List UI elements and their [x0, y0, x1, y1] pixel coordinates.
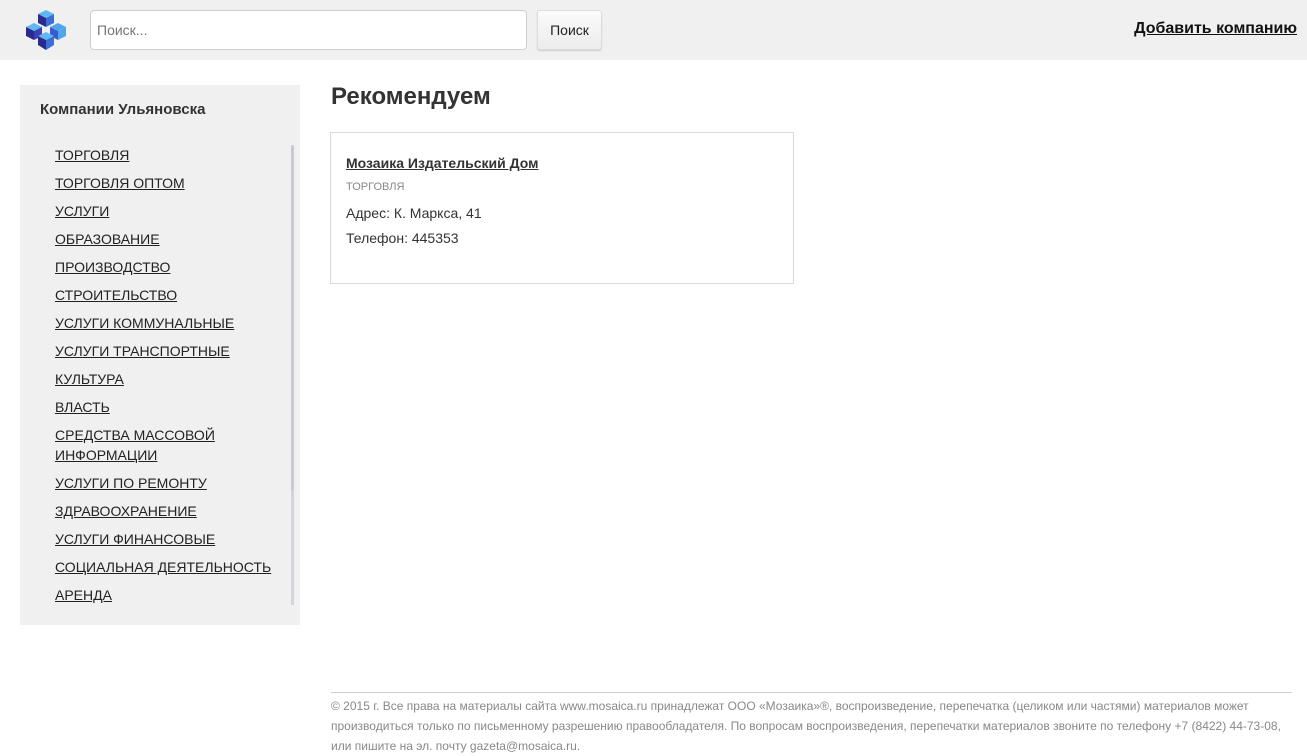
section-heading: Рекомендуем	[331, 83, 491, 110]
category-item: СРЕДСТВА МАССОВОЙ ИНФОРМАЦИИ	[20, 425, 296, 465]
sidebar-scrollbar-thumb[interactable]	[291, 145, 294, 491]
top-header: Поиск Добавить компанию	[0, 0, 1307, 60]
sidebar-title: Компании Ульяновска	[40, 101, 206, 118]
category-item: АРЕНДА	[20, 585, 296, 605]
sidebar-scrollbar-track[interactable]	[291, 491, 294, 605]
category-link[interactable]: УСЛУГИ	[55, 203, 109, 219]
category-item: УСЛУГИ КОММУНАЛЬНЫЕ	[20, 313, 296, 333]
category-item: УСЛУГИ	[20, 201, 296, 221]
mosaica-logo-icon[interactable]	[22, 8, 70, 54]
category-item: ПРОИЗВОДСТВО	[20, 257, 296, 277]
category-link[interactable]: УСЛУГИ ТРАНСПОРТНЫЕ	[55, 343, 230, 359]
category-link[interactable]: СТРОИТЕЛЬСТВО	[55, 287, 177, 303]
search-button[interactable]: Поиск	[537, 10, 602, 50]
search-input[interactable]	[90, 10, 527, 50]
category-link[interactable]: ЗДРАВООХРАНЕНИЕ	[55, 503, 197, 519]
category-link[interactable]: УСЛУГИ КОММУНАЛЬНЫЕ	[55, 315, 234, 331]
category-link[interactable]: ТОРГОВЛЯ	[55, 147, 129, 163]
category-link[interactable]: УСЛУГИ ПО РЕМОНТУ	[55, 475, 207, 491]
company-address: Адрес: К. Маркса, 41	[346, 205, 482, 221]
category-item: ОБРАЗОВАНИЕ	[20, 229, 296, 249]
category-list: ТОРГОВЛЯ ТОРГОВЛЯ ОПТОМ УСЛУГИ ОБРАЗОВАН…	[20, 145, 296, 605]
category-link[interactable]: СОЦИАЛЬНАЯ ДЕЯТЕЛЬНОСТЬ	[55, 559, 271, 575]
category-item: ТОРГОВЛЯ ОПТОМ	[20, 173, 296, 193]
category-item: ЗДРАВООХРАНЕНИЕ	[20, 501, 296, 521]
category-item: УСЛУГИ ПО РЕМОНТУ	[20, 473, 296, 493]
category-link[interactable]: КУЛЬТУРА	[55, 371, 124, 387]
category-link[interactable]: ТОРГОВЛЯ ОПТОМ	[55, 175, 185, 191]
company-card: Мозаика Издательский Дом ТОРГОВЛЯ Адрес:…	[330, 132, 794, 284]
add-company-link[interactable]: Добавить компанию	[1134, 20, 1297, 38]
category-item: УСЛУГИ ФИНАНСОВЫЕ	[20, 529, 296, 549]
category-item: ВЛАСТЬ	[20, 397, 296, 417]
company-phone: Телефон: 445353	[346, 230, 459, 246]
category-item: СОЦИАЛЬНАЯ ДЕЯТЕЛЬНОСТЬ	[20, 557, 296, 577]
category-item: ТОРГОВЛЯ	[20, 145, 296, 165]
category-link[interactable]: ВЛАСТЬ	[55, 399, 110, 415]
category-item: КУЛЬТУРА	[20, 369, 296, 389]
company-category: ТОРГОВЛЯ	[346, 181, 405, 193]
sidebar: Компании Ульяновска ТОРГОВЛЯ ТОРГОВЛЯ ОП…	[20, 85, 300, 625]
category-item: УСЛУГИ ТРАНСПОРТНЫЕ	[20, 341, 296, 361]
category-link[interactable]: УСЛУГИ ФИНАНСОВЫЕ	[55, 531, 215, 547]
category-link[interactable]: АРЕНДА	[55, 587, 112, 603]
category-link[interactable]: ОБРАЗОВАНИЕ	[55, 231, 160, 247]
category-link[interactable]: ПРОИЗВОДСТВО	[55, 259, 170, 275]
footer-copyright: © 2015 г. Все права на материалы сайта w…	[331, 692, 1292, 756]
category-item: СТРОИТЕЛЬСТВО	[20, 285, 296, 305]
category-link[interactable]: СРЕДСТВА МАССОВОЙ ИНФОРМАЦИИ	[55, 427, 215, 463]
company-title-link[interactable]: Мозаика Издательский Дом	[346, 155, 538, 171]
